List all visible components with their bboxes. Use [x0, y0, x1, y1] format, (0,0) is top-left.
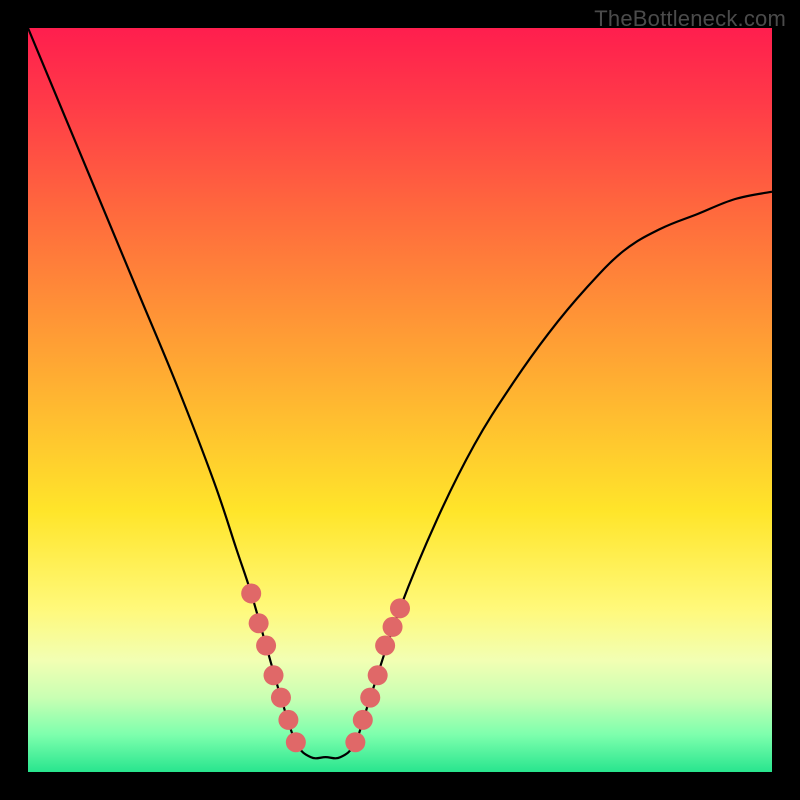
curve-marker: [278, 710, 298, 730]
curve-marker: [360, 688, 380, 708]
curve-marker: [345, 732, 365, 752]
curve-marker: [241, 583, 261, 603]
curve-marker: [264, 665, 284, 685]
curve-marker: [249, 613, 269, 633]
curve-marker: [286, 732, 306, 752]
curve-marker: [368, 665, 388, 685]
curve-marker: [256, 636, 276, 656]
bottleneck-curve: [28, 28, 772, 758]
plot-area: [28, 28, 772, 772]
curve-marker: [390, 598, 410, 618]
curve-marker: [375, 636, 395, 656]
chart-svg: [28, 28, 772, 772]
marker-group-right: [345, 598, 410, 752]
marker-group-left: [241, 583, 306, 752]
curve-marker: [271, 688, 291, 708]
curve-marker: [383, 617, 403, 637]
curve-marker: [353, 710, 373, 730]
chart-container: TheBottleneck.com: [0, 0, 800, 800]
watermark-text: TheBottleneck.com: [594, 6, 786, 32]
